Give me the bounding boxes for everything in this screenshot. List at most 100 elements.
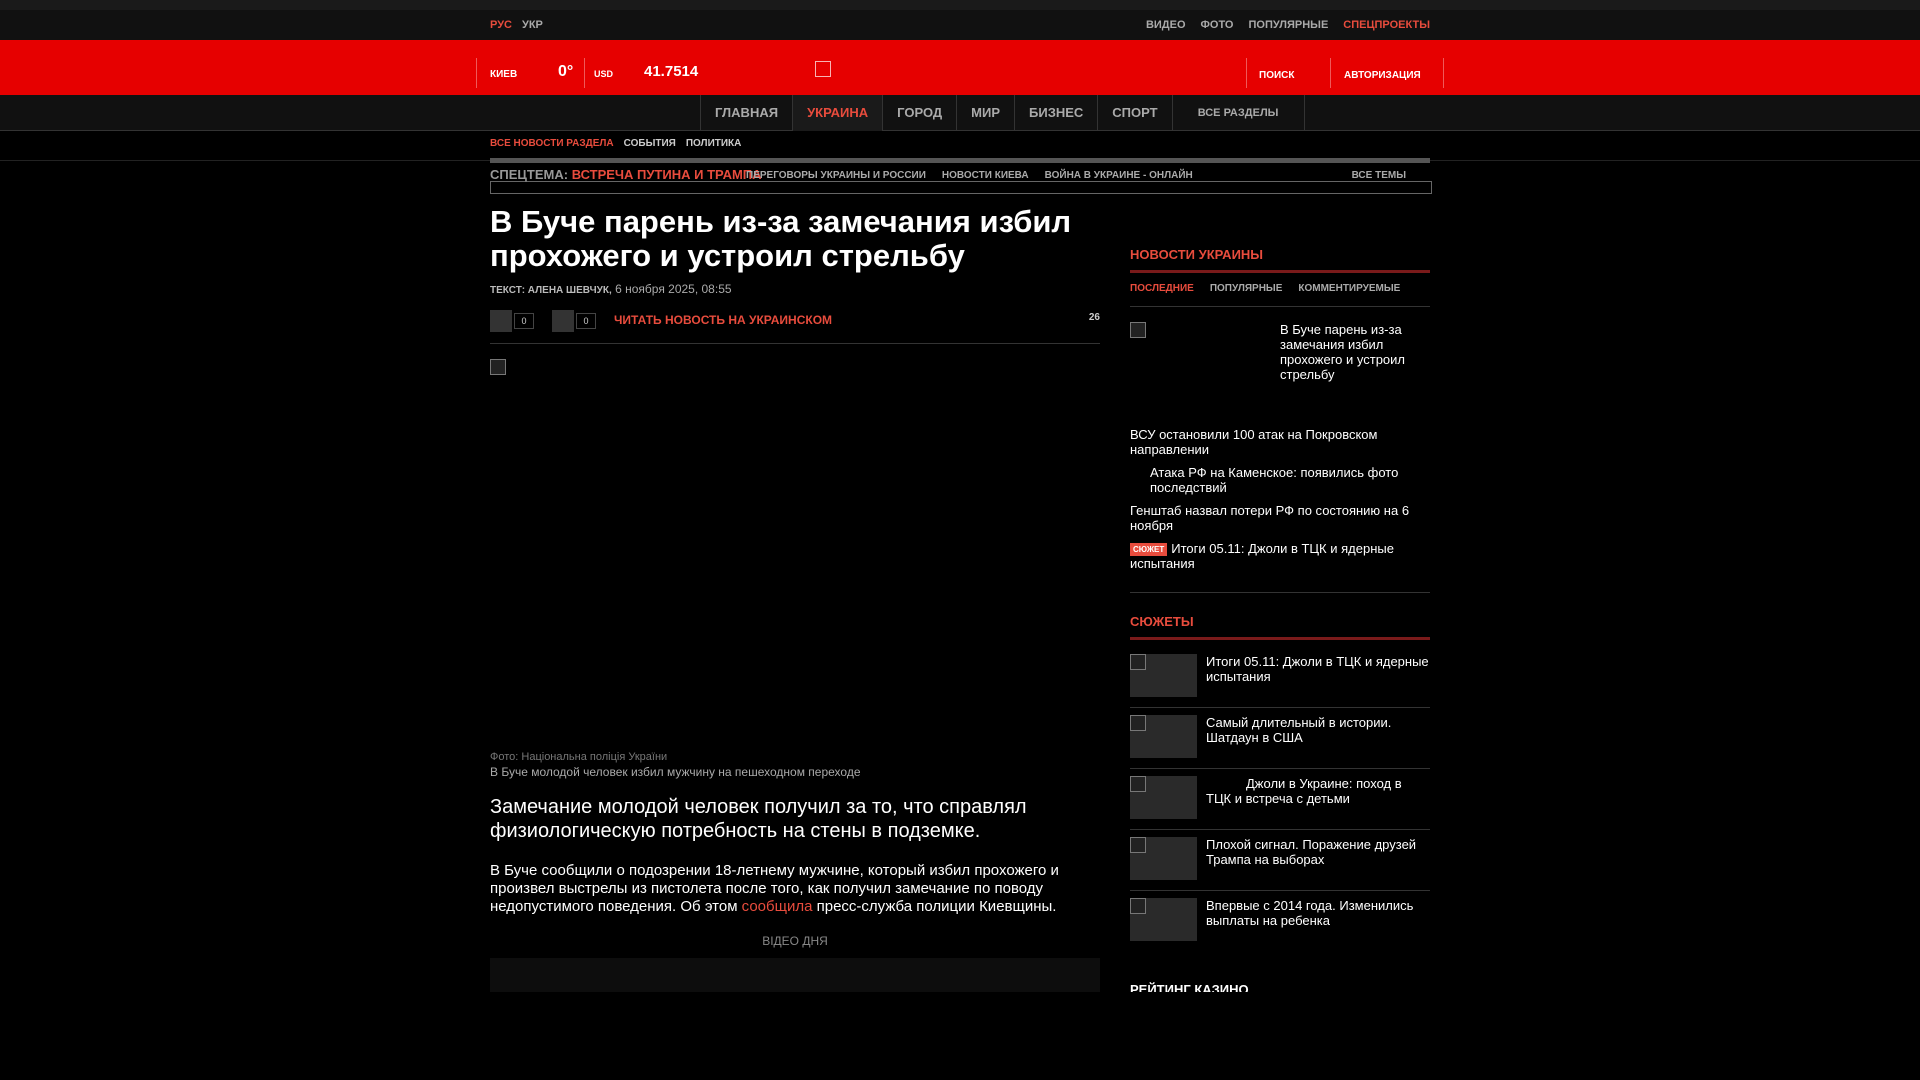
tab-popular[interactable]: ПОПУЛЯРНЫЕ: [1210, 283, 1283, 306]
story-title[interactable]: Впервые с 2014 года. Изменились выплаты …: [1206, 898, 1430, 928]
nav-item-world[interactable]: МИР: [956, 95, 1014, 131]
special-topic-links: ПЕРЕГОВОРЫ УКРАИНЫ И РОССИИ НОВОСТИ КИЕВ…: [746, 170, 1193, 181]
story-thumbnail: [1130, 898, 1197, 941]
source-link[interactable]: сообщила: [742, 898, 813, 915]
story-item[interactable]: Джоли в Украине: поход в ТЦК и встреча с…: [1130, 776, 1430, 836]
divider: [1443, 58, 1444, 88]
featured-news[interactable]: В Буче парень из-за замечания избил прох…: [1130, 322, 1430, 422]
article-author[interactable]: ТЕКСТ: АЛЕНА ШЕВЧУК,: [490, 285, 612, 296]
photo-link[interactable]: ФОТО: [1201, 19, 1234, 31]
news-item[interactable]: Генштаб назвал потери РФ по состоянию на…: [1130, 503, 1430, 533]
header-bar: КИЕВ 0° USD 41.7514 ПОИСК АВТОРИЗАЦИЯ: [0, 40, 1920, 95]
special-topic-label: СПЕЦТЕМА: ВСТРЕЧА ПУТИНА И ТРАМПА: [490, 167, 762, 182]
broken-image-icon: [1130, 715, 1146, 731]
broken-image-icon: [1130, 776, 1146, 792]
tab-latest[interactable]: ПОСЛЕДНИЕ: [1130, 283, 1194, 306]
article-actions: 0 0 ЧИТАТЬ НОВОСТЬ НА УКРАИНСКОМ 26: [490, 310, 1100, 344]
story-thumbnail: [1130, 837, 1197, 880]
lang-ua-link[interactable]: УКР: [522, 19, 543, 31]
video-player[interactable]: [490, 958, 1100, 992]
nav-item-city[interactable]: ГОРОД: [882, 95, 956, 131]
story-thumbnail: [1130, 776, 1197, 819]
news-item-text: Итоги 05.11: Джоли в ТЦК и ядерные испыт…: [1130, 541, 1394, 571]
video-of-day-heading: ВІДЕО ДНЯ: [762, 934, 828, 948]
nav-item-ukraine[interactable]: УКРАИНА: [792, 95, 883, 131]
story-title[interactable]: Плохой сигнал. Поражение друзей Трампа н…: [1206, 837, 1430, 867]
topic-link[interactable]: ПЕРЕГОВОРЫ УКРАИНЫ И РОССИИ: [746, 170, 926, 181]
news-item[interactable]: Атака РФ на Каменское: появились фото по…: [1130, 465, 1430, 495]
special-projects-link[interactable]: СПЕЦПРОЕКТЫ: [1343, 19, 1430, 31]
broken-image-icon: [490, 359, 506, 375]
story-item[interactable]: Самый длительный в истории. Шатдаун в СШ…: [1130, 715, 1430, 775]
ukraine-news-heading[interactable]: НОВОСТИ УКРАИНЫ: [1130, 247, 1263, 262]
broken-image-icon: [1130, 322, 1146, 338]
nav-item-business[interactable]: БИЗНЕС: [1014, 95, 1097, 131]
lang-ru-link[interactable]: РУС: [490, 19, 512, 31]
special-topic-prefix: СПЕЦТЕМА:: [490, 167, 569, 182]
news-item[interactable]: ВСУ остановили 100 атак на Покровском на…: [1130, 427, 1430, 457]
city-label: КИЕВ: [490, 69, 518, 80]
video-link[interactable]: ВИДЕО: [1146, 19, 1186, 31]
currency-rate: 41.7514: [644, 63, 699, 80]
main-nav-bar: ГЛАВНАЯ УКРАИНА ГОРОД МИР БИЗНЕС СПОРТ В…: [0, 95, 1920, 131]
story-item[interactable]: Плохой сигнал. Поражение друзей Трампа н…: [1130, 837, 1430, 897]
search-link[interactable]: ПОИСК: [1259, 70, 1294, 81]
article-body: В Буче сообщили о подозрении 18-летнему …: [490, 862, 1090, 916]
share-count: 0: [576, 313, 596, 329]
broken-image-icon: [1130, 898, 1146, 914]
share-count: 0: [514, 313, 534, 329]
story-title[interactable]: Джоли в Украине: поход в ТЦК и встреча с…: [1206, 776, 1430, 806]
topic-link[interactable]: ВОЙНА В УКРАИНЕ - ОНЛАЙН: [1045, 170, 1193, 181]
subnav-all-news[interactable]: ВСЕ НОВОСТИ РАЗДЕЛА: [490, 138, 614, 149]
nav-item-sport[interactable]: СПОРТ: [1097, 95, 1171, 131]
share-button[interactable]: 0: [490, 310, 534, 332]
nav-item-home[interactable]: ГЛАВНАЯ: [700, 95, 792, 131]
featured-news-title[interactable]: В Буче парень из-за замечания избил прох…: [1280, 322, 1430, 382]
topic-link[interactable]: НОВОСТИ КИЕВА: [942, 170, 1029, 181]
currency-label: USD: [594, 69, 614, 79]
share-button[interactable]: 0: [552, 310, 596, 332]
heading-underline: [1130, 637, 1430, 640]
special-topic-frame: [490, 181, 1432, 194]
read-in-ukrainian-link[interactable]: ЧИТАТЬ НОВОСТЬ НА УКРАИНСКОМ: [614, 313, 832, 327]
divider: [1246, 58, 1247, 88]
broken-image-icon: [1130, 654, 1146, 670]
photo-caption: В Буче молодой человек избил мужчину на …: [490, 765, 861, 779]
logo-image[interactable]: [815, 61, 831, 77]
top-links: ВИДЕО ФОТО ПОПУЛЯРНЫЕ СПЕЦПРОЕКТЫ: [1146, 19, 1430, 31]
divider: [1130, 707, 1430, 708]
article-meta: ТЕКСТ: АЛЕНА ШЕВЧУК, 6 ноября 2025, 08:5…: [490, 282, 732, 296]
divider: [1330, 58, 1331, 88]
subnav-politics[interactable]: ПОЛИТИКА: [686, 138, 742, 149]
article-title: В Буче парень из-за замечания избил прох…: [490, 204, 1072, 273]
article-date: 6 ноября 2025, 08:55: [615, 282, 732, 296]
divider: [476, 58, 477, 88]
nav-item-all-sections[interactable]: ВСЕ РАЗДЕЛЫ: [1171, 95, 1305, 131]
login-link[interactable]: АВТОРИЗАЦИЯ: [1344, 70, 1421, 81]
casino-rating-heading[interactable]: РЕЙТИНГ КАЗИНО: [1130, 982, 1249, 992]
special-topic-link[interactable]: ВСТРЕЧА ПУТИНА И ТРАМПА: [572, 167, 762, 182]
sub-nav: ВСЕ НОВОСТИ РАЗДЕЛА СОБЫТИЯ ПОЛИТИКА: [490, 138, 741, 149]
divider: [1130, 592, 1430, 593]
story-thumbnail: [1130, 654, 1197, 697]
all-topics-link[interactable]: ВСЕ ТЕМЫ: [1352, 170, 1406, 181]
tab-commented[interactable]: КОММЕНТИРУЕМЫЕ: [1298, 283, 1400, 306]
top-strip: [0, 0, 1920, 10]
special-topic-bar: СПЕЦТЕМА: ВСТРЕЧА ПУТИНА И ТРАМПА ПЕРЕГО…: [490, 158, 1432, 194]
news-item[interactable]: СЮЖЕТ Итоги 05.11: Джоли в ТЦК и ядерные …: [1130, 541, 1430, 571]
share-icon: [490, 310, 512, 332]
story-title[interactable]: Итоги 05.11: Джоли в ТЦК и ядерные испыт…: [1206, 654, 1430, 684]
divider: [584, 58, 585, 88]
popular-link[interactable]: ПОПУЛЯРНЫЕ: [1248, 19, 1328, 31]
news-tabs: ПОСЛЕДНИЕ ПОПУЛЯРНЫЕ КОММЕНТИРУЕМЫЕ: [1130, 283, 1430, 307]
divider: [1130, 829, 1430, 830]
comment-count[interactable]: 26: [1089, 312, 1100, 323]
broken-image-icon: [1130, 837, 1146, 853]
story-item[interactable]: Впервые с 2014 года. Изменились выплаты …: [1130, 898, 1430, 958]
subnav-events[interactable]: СОБЫТИЯ: [624, 138, 676, 149]
stories-heading[interactable]: СЮЖЕТЫ: [1130, 614, 1194, 629]
story-thumbnail: [1130, 715, 1197, 758]
story-item[interactable]: Итоги 05.11: Джоли в ТЦК и ядерные испыт…: [1130, 654, 1430, 714]
story-title[interactable]: Самый длительный в истории. Шатдаун в СШ…: [1206, 715, 1430, 745]
story-badge: СЮЖЕТ: [1130, 543, 1168, 556]
